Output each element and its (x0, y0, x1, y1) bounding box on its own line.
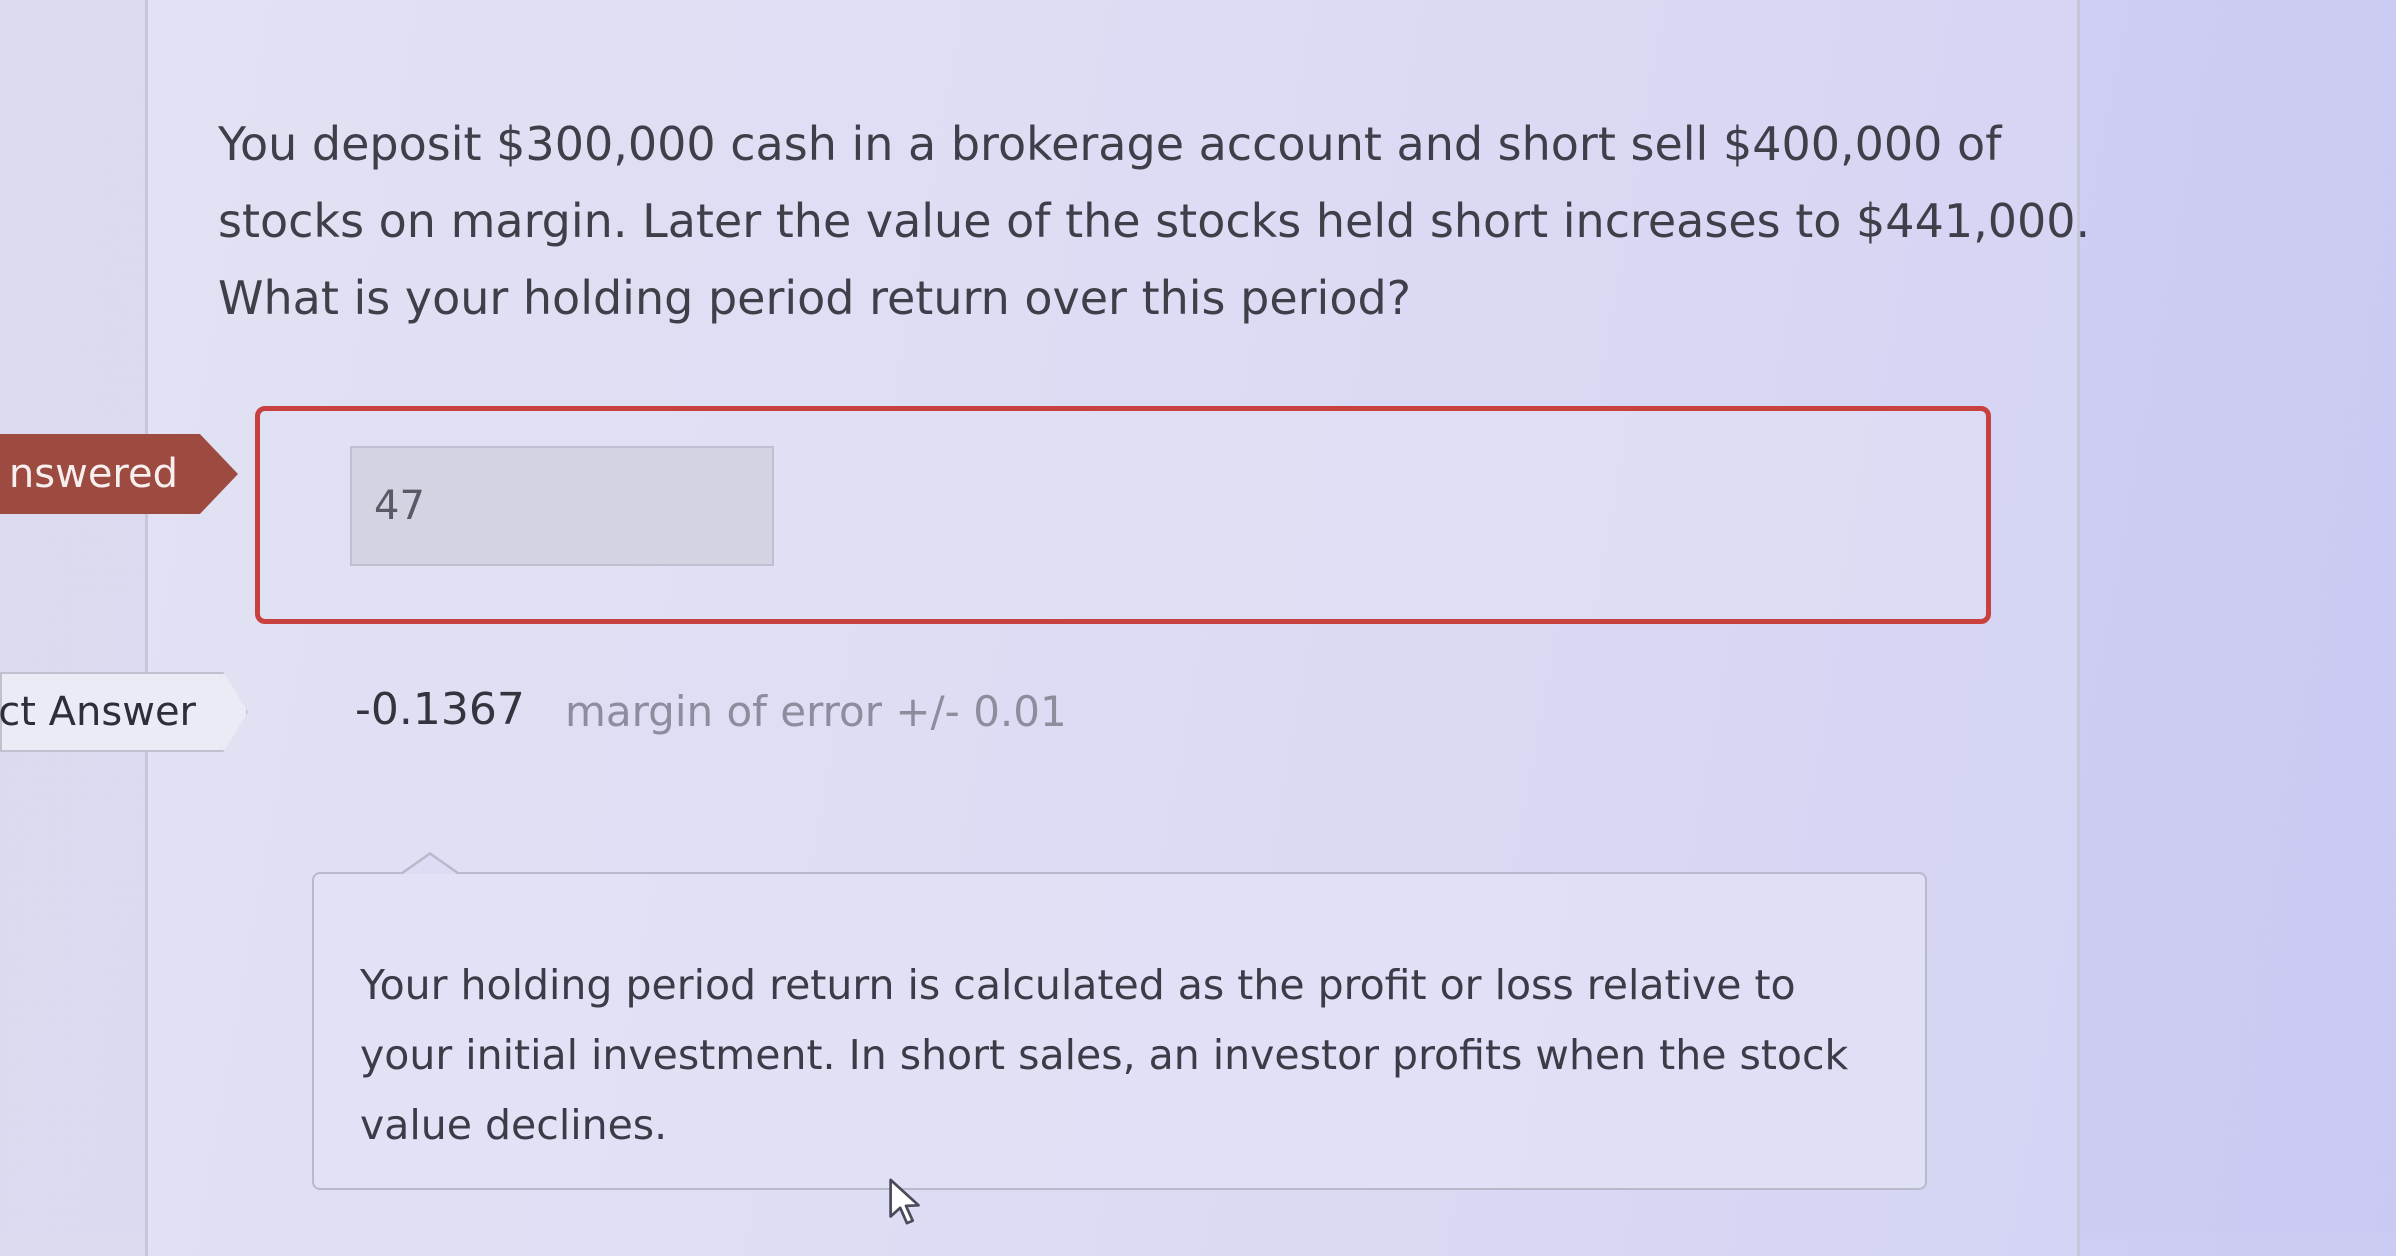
answer-input[interactable]: 47 (350, 446, 774, 566)
correct-answer-value: -0.1367 (355, 684, 525, 735)
question-line: stocks on margin. Later the value of the… (218, 194, 2091, 248)
mouse-pointer-icon (889, 1178, 920, 1225)
feedback-line: your initial investment. In short sales,… (360, 1031, 1849, 1079)
feedback-line: Your holding period return is calculated… (360, 961, 1796, 1009)
correct-answer-tag: ct Answer (0, 672, 248, 752)
feedback-notch-inner (403, 855, 457, 874)
question-line: You deposit $300,000 cash in a brokerage… (218, 117, 2002, 171)
question-line: What is your holding period return over … (218, 271, 1412, 325)
feedback-text: Your holding period return is calculated… (360, 950, 1880, 1160)
answered-tag: nswered (0, 434, 238, 514)
margin-of-error-note: margin of error +/- 0.01 (565, 687, 1067, 736)
question-text: You deposit $300,000 cash in a brokerage… (218, 106, 2091, 337)
feedback-line: value declines. (360, 1101, 668, 1149)
